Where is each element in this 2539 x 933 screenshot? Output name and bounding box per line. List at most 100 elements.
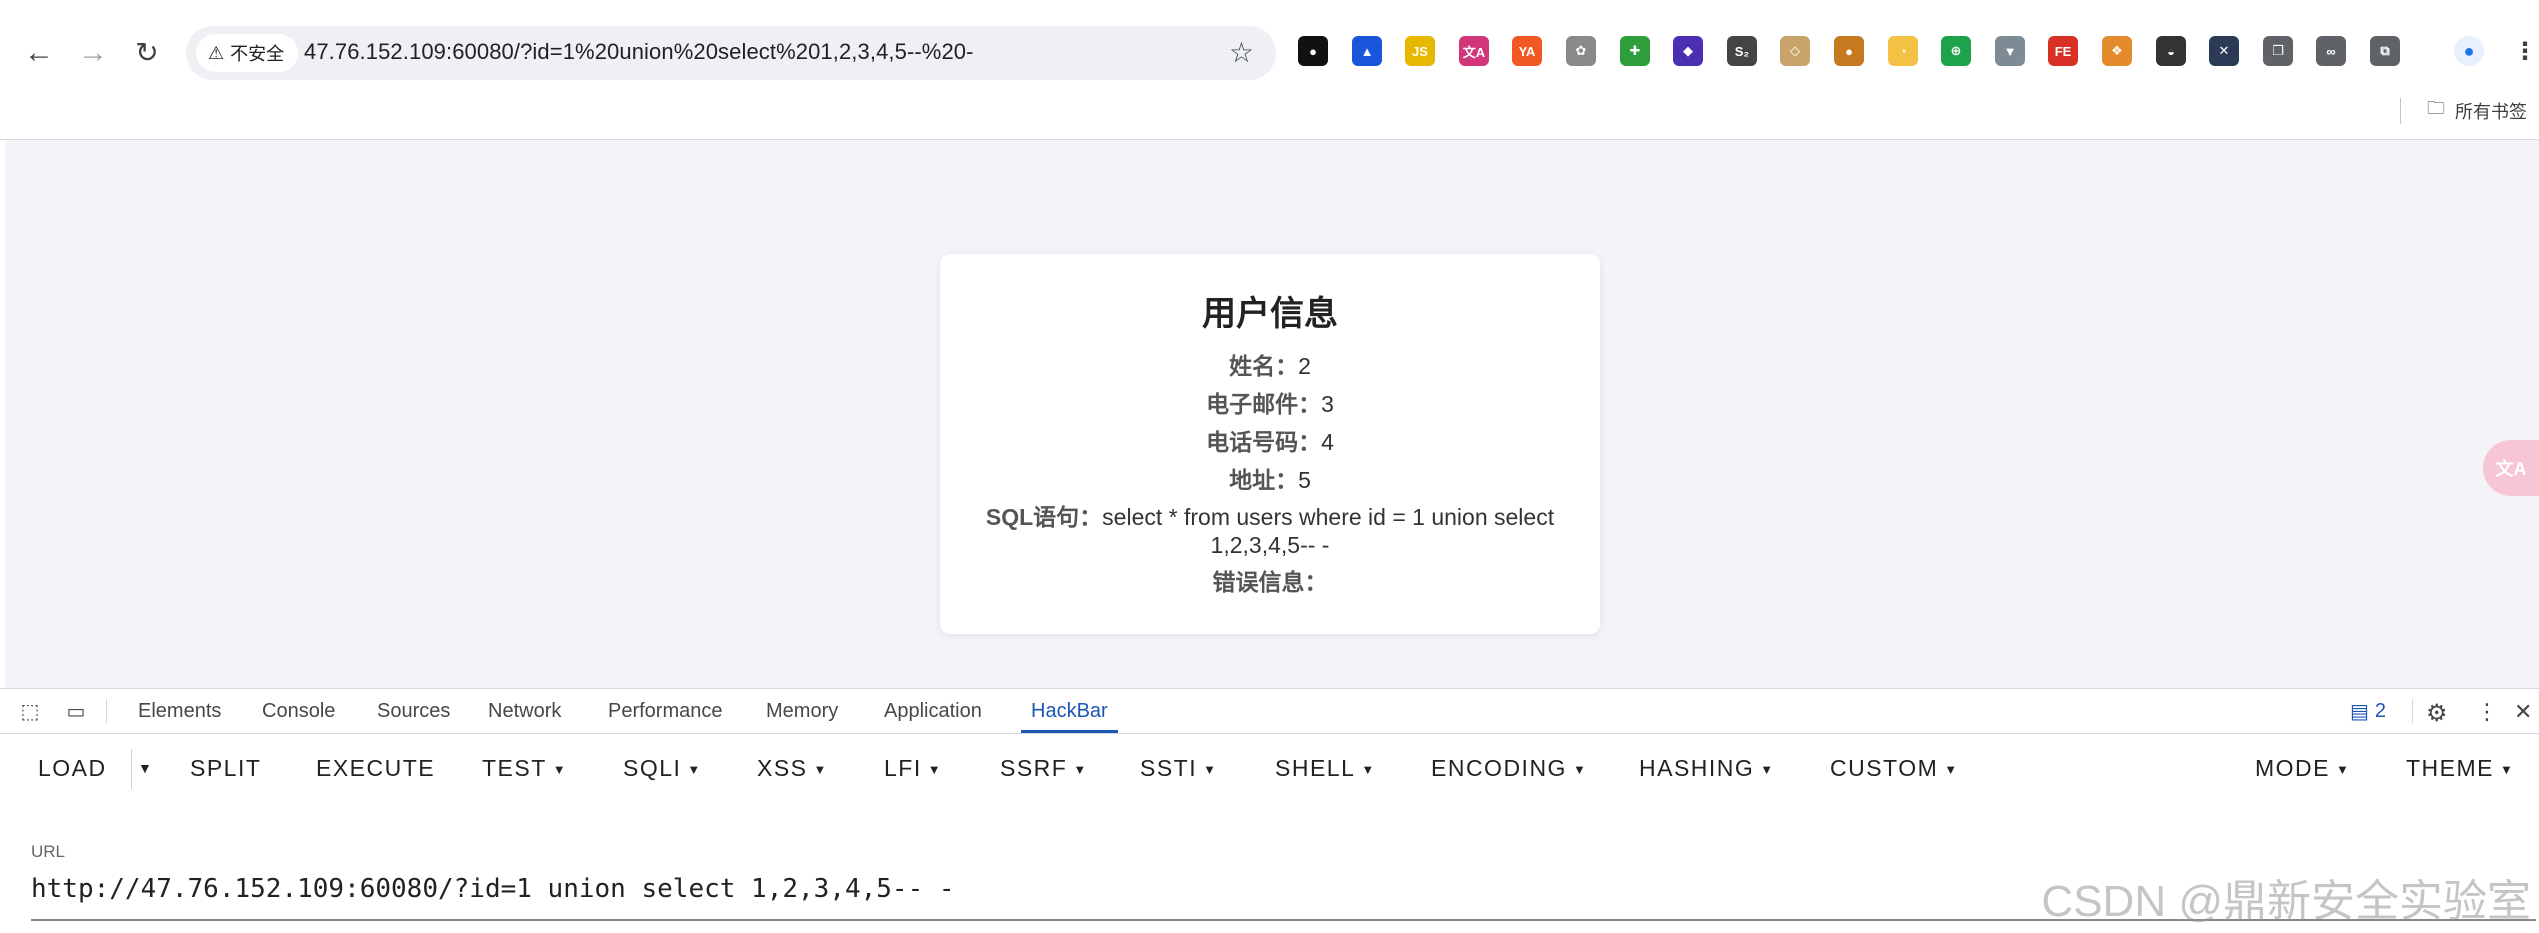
ya-ext-icon[interactable]: YA: [1512, 36, 1542, 66]
ssrf-menu[interactable]: SSRF ▼: [1000, 735, 1088, 801]
circle-ext-icon[interactable]: ●: [1298, 36, 1328, 66]
green-ext-icon[interactable]: ⊕: [1941, 36, 1971, 66]
ssti-menu[interactable]: SSTI ▼: [1140, 735, 1218, 801]
hashing-menu[interactable]: HASHING ▼: [1639, 735, 1775, 801]
ssrf-menu-label: SSRF: [1000, 755, 1068, 781]
custom-menu-label: CUSTOM: [1830, 755, 1939, 781]
hackbar-toolbar: LOAD ▼ SPLIT EXECUTE TEST ▼ SQLI ▼ XSS ▼ LFI ▼ S…: [0, 735, 2539, 801]
error-label: 错误信息：: [1212, 569, 1328, 595]
timer-ext-icon[interactable]: ◔: [1888, 36, 1918, 66]
sqli-menu-label: SQLI: [623, 755, 682, 781]
csdn-watermark: CSDN @鼎新安全实验室: [2041, 877, 2531, 926]
x-ext-icon[interactable]: ✕: [2209, 36, 2239, 66]
target-ext-icon[interactable]: ◇: [1780, 36, 1810, 66]
tab-performance[interactable]: Performance: [608, 689, 723, 733]
tab-divider: [106, 699, 107, 723]
hackbar-url-input[interactable]: http://47.76.152.109:60080/?id=1 union s…: [31, 874, 955, 904]
load-dropdown-icon[interactable]: ▼: [138, 735, 153, 801]
devtools-menu-icon[interactable]: ⋮: [2476, 699, 2498, 725]
forward-icon[interactable]: →: [72, 32, 114, 74]
diamond-ext-icon[interactable]: ◆: [1673, 36, 1703, 66]
plus-ext-icon[interactable]: ✚: [1620, 36, 1650, 66]
back-icon[interactable]: ←: [18, 32, 60, 74]
device-toolbar-icon[interactable]: ▭: [62, 697, 90, 725]
execute-button[interactable]: EXECUTE: [316, 735, 435, 801]
address-label: 地址：: [1229, 467, 1299, 493]
tab-console[interactable]: Console: [262, 689, 335, 733]
info-row-sql: SQL语句：select * from users where id = 1 u…: [940, 499, 1600, 559]
tab-network[interactable]: Network: [488, 689, 561, 733]
tab-elements[interactable]: Elements: [138, 689, 221, 733]
xss-menu[interactable]: XSS ▼: [757, 735, 828, 801]
lfi-dropdown-icon: ▼: [927, 761, 943, 777]
close-devtools-icon[interactable]: ✕: [2514, 699, 2532, 725]
url-text[interactable]: 47.76.152.109:60080/?id=1%20union%20sele…: [304, 39, 974, 65]
devtools-panel: ⬚ ▭ Elements Console Sources Network Perform…: [0, 688, 2539, 933]
sql-value: select * from users where id = 1 union s…: [1102, 504, 1555, 558]
hat-ext-icon[interactable]: ◒: [2156, 36, 2186, 66]
warning-icon: ⚠: [208, 42, 225, 63]
mode-menu[interactable]: MODE ▼: [2255, 735, 2350, 801]
encoding-menu[interactable]: ENCODING ▼: [1431, 735, 1587, 801]
more-menu-icon[interactable]: ⋮: [2510, 36, 2539, 66]
js-ext-icon[interactable]: JS: [1405, 36, 1435, 66]
email-value: 3: [1321, 391, 1334, 417]
profile-avatar-icon[interactable]: ●: [2454, 36, 2484, 66]
bookmarks-divider: [2400, 98, 2401, 124]
shell-menu[interactable]: SHELL ▼: [1275, 735, 1376, 801]
security-chip[interactable]: ⚠ 不安全: [196, 34, 299, 72]
fe-ext-icon[interactable]: FE: [2048, 36, 2078, 66]
tab-application[interactable]: Application: [884, 689, 982, 733]
lfi-menu[interactable]: LFI ▼: [884, 735, 942, 801]
puzzle-ext-icon[interactable]: ⧉: [2370, 36, 2400, 66]
theme-label: THEME: [2406, 755, 2494, 781]
mode-label: MODE: [2255, 755, 2330, 781]
email-label: 电子邮件：: [1206, 391, 1322, 417]
triangle-ext-icon[interactable]: ▲: [1352, 36, 1382, 66]
s2-ext-icon[interactable]: S₂: [1727, 36, 1757, 66]
tab-divider-right: [2412, 699, 2413, 723]
split-button[interactable]: SPLIT: [190, 735, 261, 801]
address-bar[interactable]: ⚠ 不安全 47.76.152.109:60080/?id=1%20union%…: [186, 26, 1276, 80]
copy-ext-icon[interactable]: ❐: [2263, 36, 2293, 66]
url-field-label: URL: [31, 842, 66, 861]
lfi-menu-label: LFI: [884, 755, 922, 781]
theme-menu[interactable]: THEME ▼: [2406, 735, 2514, 801]
info-row-error: 错误信息：: [940, 563, 1600, 601]
browser-toolbar: ← → ↻ ⚠ 不安全 47.76.152.109:60080/?id=1%20…: [0, 0, 2539, 124]
xss-menu-label: XSS: [757, 755, 808, 781]
load-button[interactable]: LOAD: [38, 735, 107, 801]
theme-dropdown-icon: ▼: [2500, 761, 2515, 777]
message-icon: ▤: [2350, 701, 2369, 723]
load-separator: [131, 749, 132, 789]
devtools-tabbar: ⬚ ▭ Elements Console Sources Network Perform…: [0, 689, 2539, 734]
ssti-dropdown-icon: ▼: [1203, 761, 1218, 777]
cookie-ext-icon[interactable]: ●: [1834, 36, 1864, 66]
test-menu[interactable]: TEST ▼: [482, 735, 567, 801]
translate-float-button[interactable]: 文A: [2483, 440, 2539, 496]
xss-dropdown-icon: ▼: [813, 761, 828, 777]
info-row-phone: 电话号码：4: [940, 423, 1600, 461]
all-bookmarks-label[interactable]: 所有书签: [2455, 98, 2527, 124]
wappalyzer-ext-icon[interactable]: ❖: [2102, 36, 2132, 66]
issues-badge[interactable]: ▤ 2: [2350, 699, 2386, 724]
tab-hackbar[interactable]: HackBar: [1021, 689, 1118, 733]
hashing-dropdown-icon: ▼: [1760, 761, 1775, 777]
sqli-menu[interactable]: SQLI ▼: [623, 735, 702, 801]
reload-icon[interactable]: ↻: [126, 32, 168, 74]
tab-memory[interactable]: Memory: [766, 689, 838, 733]
gecko-ext-icon[interactable]: ✿: [1566, 36, 1596, 66]
encoding-dropdown-icon: ▼: [1572, 761, 1588, 777]
sql-label: SQL语句：: [985, 504, 1103, 530]
custom-menu[interactable]: CUSTOM ▼: [1830, 735, 1959, 801]
translate-ext-icon[interactable]: 文A: [1459, 36, 1489, 66]
settings-gear-icon[interactable]: ⚙: [2426, 699, 2448, 728]
inspect-element-icon[interactable]: ⬚: [16, 697, 44, 725]
tab-sources[interactable]: Sources: [377, 689, 450, 733]
hashing-menu-label: HASHING: [1639, 755, 1755, 781]
link-ext-icon[interactable]: ∞: [2316, 36, 2346, 66]
v-ext-icon[interactable]: ▼: [1995, 36, 2025, 66]
address-value: 5: [1298, 467, 1311, 493]
test-menu-label: TEST: [482, 755, 547, 781]
bookmark-star-icon[interactable]: ☆: [1229, 36, 1254, 69]
